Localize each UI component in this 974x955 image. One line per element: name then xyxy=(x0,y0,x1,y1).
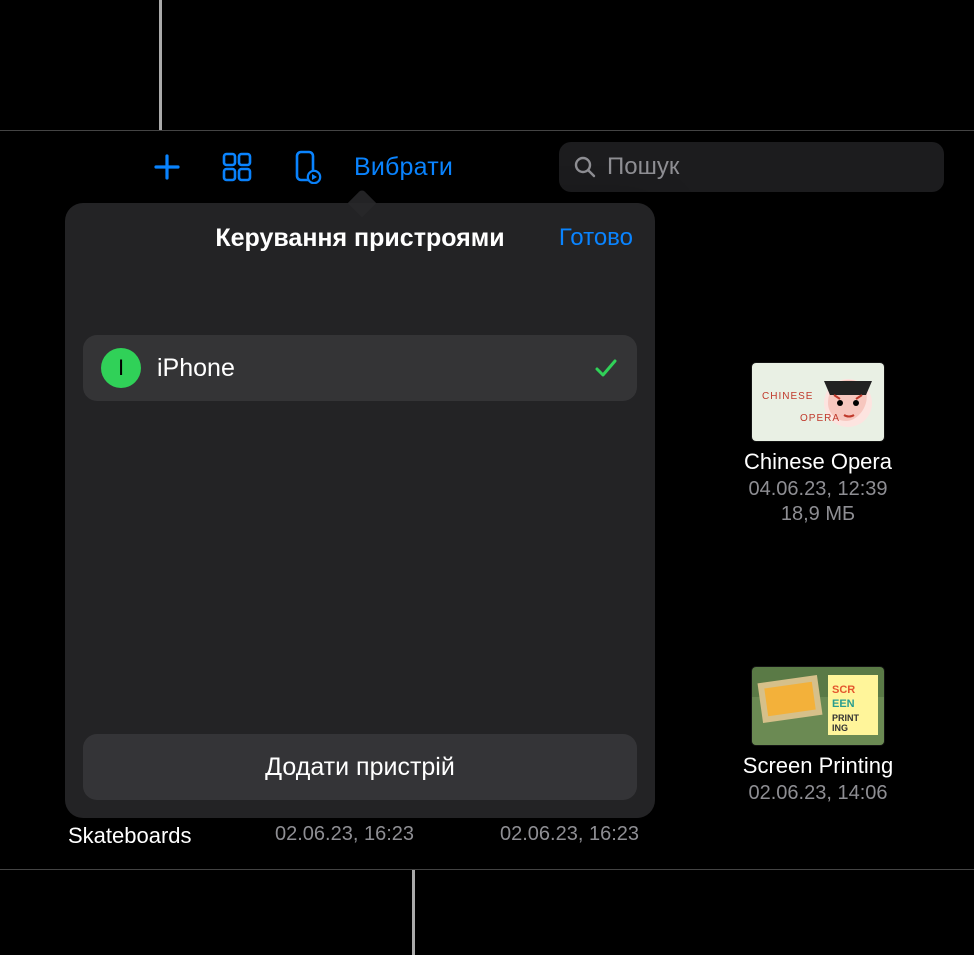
checkmark-icon xyxy=(593,355,619,381)
device-avatar: I xyxy=(101,348,141,388)
svg-text:ING: ING xyxy=(832,723,848,733)
device-row-iphone[interactable]: I iPhone xyxy=(83,335,637,401)
device-name-label: iPhone xyxy=(157,354,577,383)
add-button[interactable] xyxy=(150,150,184,184)
toolbar: Вибрати Пошук xyxy=(0,139,974,195)
callout-line-top xyxy=(159,0,162,130)
add-device-button[interactable]: Додати пристрій xyxy=(83,734,637,800)
svg-text:OPERA: OPERA xyxy=(800,413,840,424)
plus-icon xyxy=(152,152,182,182)
file-subtitle: 04.06.23, 12:39 18,9 МБ xyxy=(718,477,918,527)
file-thumbnail: SCR EEN PRINT ING xyxy=(752,667,884,745)
file-chinese-opera[interactable]: CHINESE OPERA Chinese Opera 04.06.23, 12… xyxy=(718,363,918,527)
file-date: 02.06.23, 16:23 xyxy=(275,823,414,846)
device-manager-popover: Керування пристроями Готово I iPhone Дод… xyxy=(65,203,655,818)
file-date: 02.06.23, 16:23 xyxy=(500,823,639,846)
devices-button[interactable] xyxy=(290,150,324,184)
file-thumbnail: CHINESE OPERA xyxy=(752,363,884,441)
svg-text:CHINESE: CHINESE xyxy=(762,391,813,402)
svg-text:SCR: SCR xyxy=(832,684,855,696)
grid-icon xyxy=(221,151,253,183)
callout-line-bottom xyxy=(412,870,415,955)
svg-text:PRINT: PRINT xyxy=(832,713,860,723)
popover-done-button[interactable]: Готово xyxy=(559,224,633,252)
popover-title: Керування пристроями xyxy=(215,224,504,253)
file-title: Screen Printing xyxy=(718,753,918,779)
popover-header: Керування пристроями Готово xyxy=(65,203,655,273)
select-button[interactable]: Вибрати xyxy=(354,153,453,182)
search-field[interactable]: Пошук xyxy=(559,142,944,192)
file-screen-printing[interactable]: SCR EEN PRINT ING Screen Printing 02.06.… xyxy=(718,667,918,806)
device-play-icon xyxy=(292,150,322,184)
svg-text:EEN: EEN xyxy=(832,698,855,710)
app-frame: Вибрати Пошук Керування пристроями Готов… xyxy=(0,130,974,870)
file-title-skateboards: Skateboards xyxy=(68,823,192,849)
search-placeholder: Пошук xyxy=(607,153,679,181)
search-icon xyxy=(573,155,597,179)
file-title: Chinese Opera xyxy=(718,449,918,475)
grid-view-button[interactable] xyxy=(220,150,254,184)
file-subtitle: 02.06.23, 14:06 xyxy=(718,781,918,806)
